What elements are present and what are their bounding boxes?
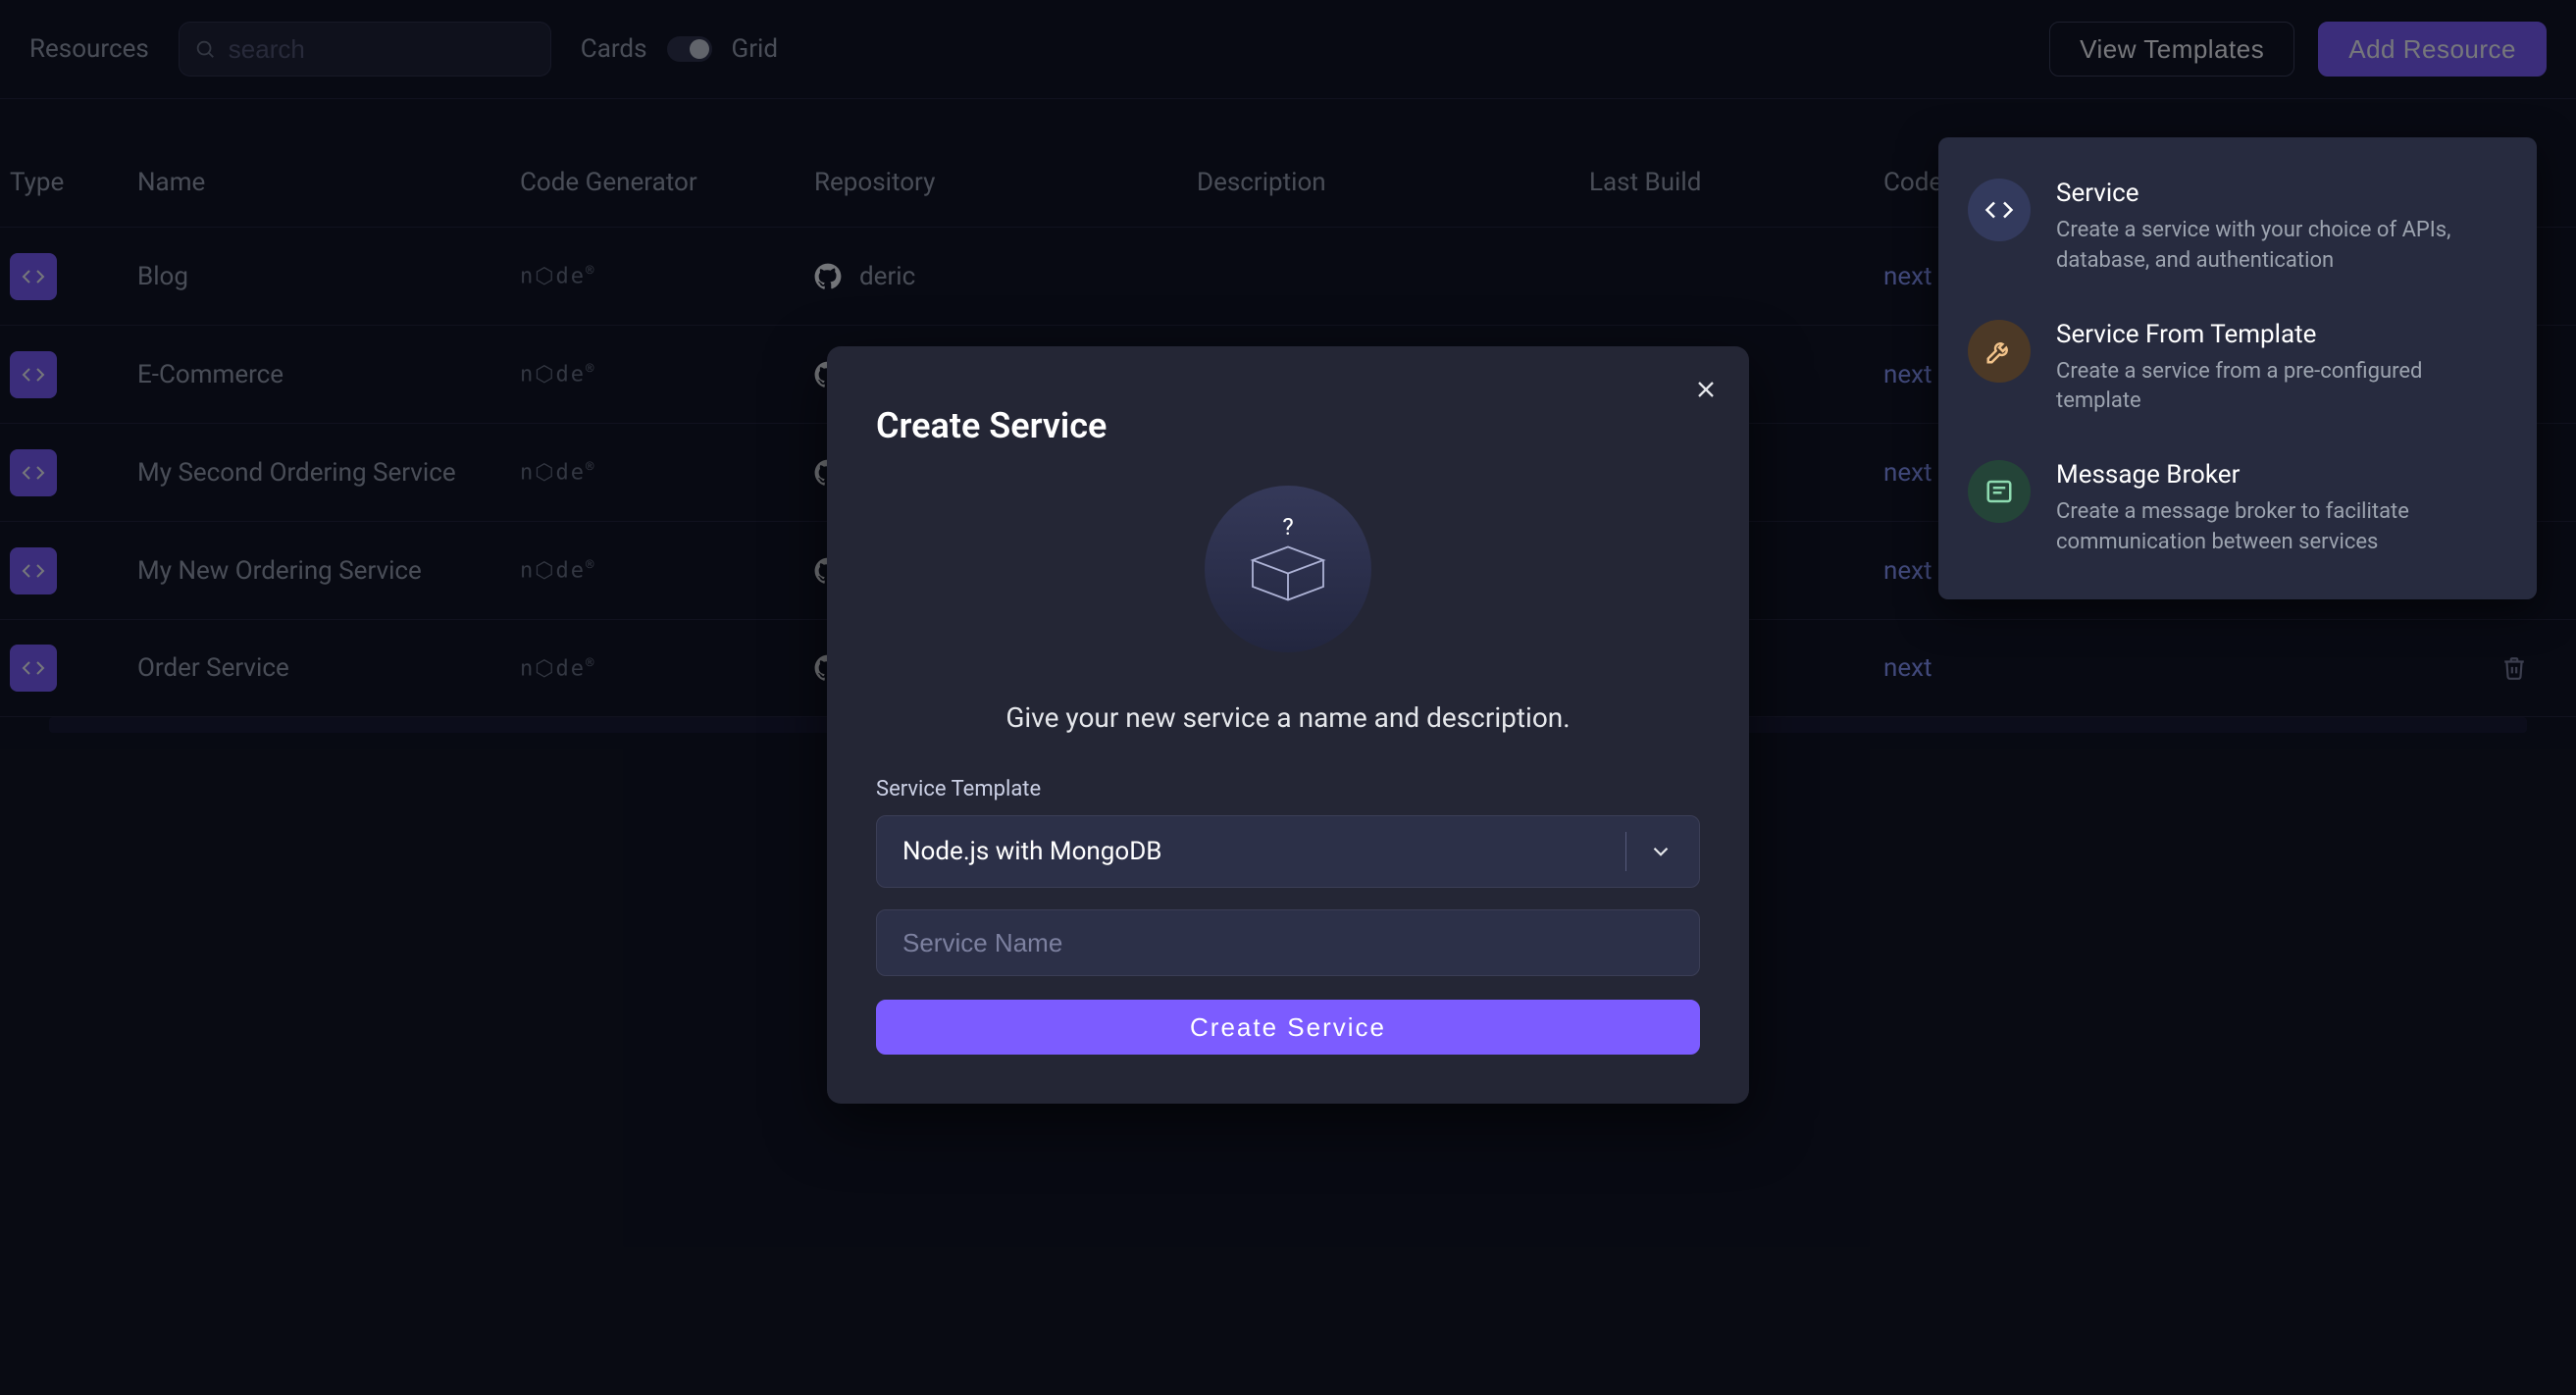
- service-name-input[interactable]: [876, 909, 1700, 976]
- service-template-label: Service Template: [876, 777, 1700, 801]
- broker-icon: [1968, 460, 2031, 523]
- modal-title: Create Service: [876, 405, 1700, 446]
- menu-item-service[interactable]: Service Create a service with your choic…: [1938, 157, 2537, 298]
- menu-item-service-template[interactable]: Service From Template Create a service f…: [1938, 298, 2537, 439]
- menu-item-desc: Create a service with your choice of API…: [2056, 216, 2507, 277]
- modal-lead: Give your new service a name and descrip…: [876, 701, 1700, 734]
- create-service-modal: Create Service Give your new service a n…: [827, 346, 1749, 1104]
- menu-item-desc: Create a service from a pre-configured t…: [2056, 357, 2507, 418]
- menu-item-title: Service From Template: [2056, 320, 2507, 349]
- select-value: Node.js with MongoDB: [902, 837, 1161, 866]
- menu-item-message-broker[interactable]: Message Broker Create a message broker t…: [1938, 439, 2537, 580]
- package-illustration: [1205, 486, 1371, 652]
- close-icon[interactable]: [1692, 376, 1720, 403]
- add-resource-menu: Service Create a service with your choic…: [1938, 137, 2537, 599]
- menu-item-title: Message Broker: [2056, 460, 2507, 490]
- tools-icon: [1968, 320, 2031, 383]
- code-icon: [1968, 179, 2031, 241]
- create-service-button[interactable]: Create Service: [876, 1000, 1700, 1055]
- service-template-select[interactable]: Node.js with MongoDB: [876, 815, 1700, 888]
- chevron-down-icon: [1648, 839, 1674, 864]
- menu-item-title: Service: [2056, 179, 2507, 208]
- menu-item-desc: Create a message broker to facilitate co…: [2056, 497, 2507, 558]
